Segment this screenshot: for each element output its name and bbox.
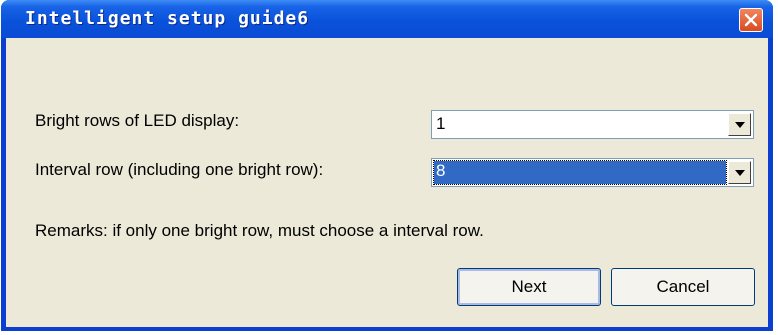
interval-row-select[interactable]: 8 [431,158,754,187]
title-bar[interactable]: Intelligent setup guide6 [1,0,773,38]
cancel-button[interactable]: Cancel [611,268,755,306]
setup-guide-dialog: Intelligent setup guide6 Bright rows of … [1,0,773,331]
bright-rows-dropdown-button[interactable] [728,113,751,136]
close-button[interactable] [739,8,763,32]
bright-rows-select[interactable]: 1 [431,110,754,139]
interval-row-value: 8 [433,160,727,185]
chevron-down-icon [735,170,745,176]
close-icon [744,13,758,27]
interval-row-dropdown-button[interactable] [728,161,751,184]
window-title: Intelligent setup guide6 [25,8,310,29]
interval-row-label: Interval row (including one bright row): [35,160,324,179]
chevron-down-icon [735,122,745,128]
bright-rows-label: Bright rows of LED display: [35,111,240,130]
remarks-text: Remarks: if only one bright row, must ch… [35,221,484,240]
bright-rows-value: 1 [436,114,446,133]
next-button[interactable]: Next [457,268,601,306]
dialog-body: Bright rows of LED display: 1 Interval r… [6,38,768,327]
